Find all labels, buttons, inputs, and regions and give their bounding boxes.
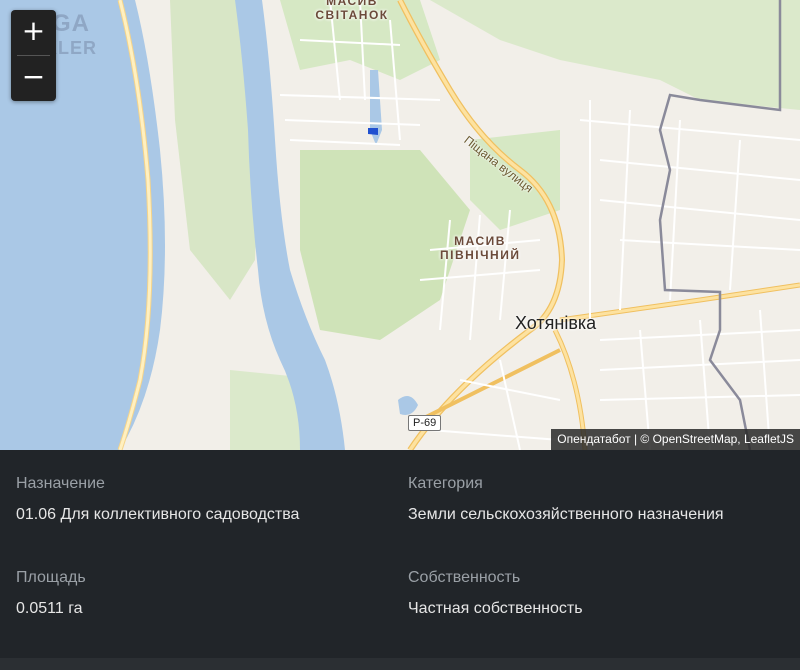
map-tiles	[0, 0, 800, 450]
zoom-out-button[interactable]: −	[11, 56, 56, 101]
ownership-field: Собственность Частная собственность	[408, 569, 583, 618]
road-shield: Р-69	[408, 415, 442, 431]
parcel-details: Назначение 01.06 Для коллективного садов…	[0, 450, 800, 658]
town-label: Хотянівка	[515, 313, 597, 333]
zoom-control: + −	[11, 10, 56, 101]
area-field: Площадь 0.0511 га	[16, 569, 86, 618]
district-label-svitanok: МАСИВ СВІТАНОК	[315, 0, 389, 22]
map-view[interactable]: МАСИВ СВІТАНОК МАСИВ ПІВНІЧНИЙ Хотянівка…	[0, 0, 800, 450]
category-label: Категория	[408, 475, 483, 492]
ownership-value: Частная собственность	[408, 600, 583, 617]
ownership-label: Собственность	[408, 569, 521, 586]
purpose-field: Назначение 01.06 Для коллективного садов…	[16, 475, 299, 524]
purpose-label: Назначение	[16, 475, 105, 492]
zoom-in-button[interactable]: +	[11, 10, 56, 55]
bottom-strip	[0, 658, 800, 670]
category-value: Земли сельскохозяйственного назначения	[408, 506, 724, 523]
area-label: Площадь	[16, 569, 86, 586]
area-value: 0.0511 га	[16, 600, 83, 617]
attribution-text: Опендатабот | © OpenStreetMap, LeafletJS	[557, 432, 794, 446]
district-label-pivnichnyi: МАСИВ ПІВНІЧНИЙ	[440, 234, 521, 262]
map-attribution[interactable]: Опендатабот | © OpenStreetMap, LeafletJS	[551, 429, 800, 450]
purpose-value: 01.06 Для коллективного садоводства	[16, 506, 300, 523]
category-field: Категория Земли сельскохозяйственного на…	[408, 475, 724, 524]
